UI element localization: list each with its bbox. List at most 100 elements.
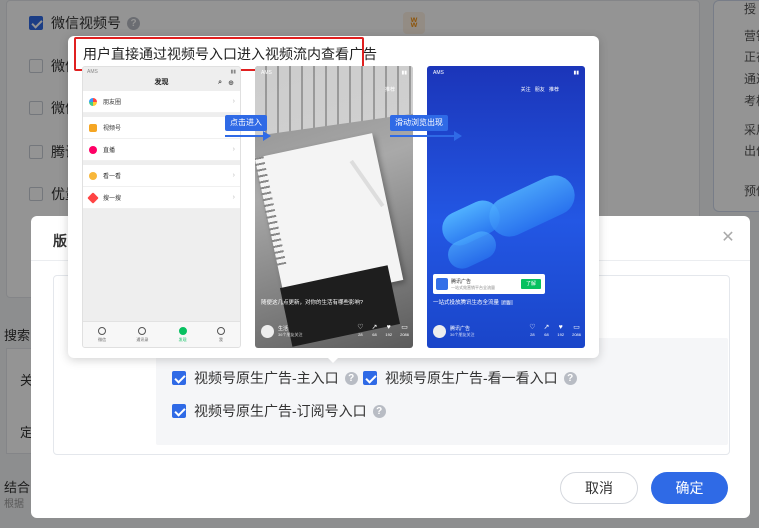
discover-list: 朋友圈 › 视频号› 直播 › 看一看 › 搜一搜 › — [83, 91, 240, 209]
heart-count: 192 — [557, 332, 565, 337]
phone-discover-screen: AMS ▮▮ 发现 ⌕ ⊕ 朋友圈 › 视频号› 直播 › 看一看 › 搜一搜 › 微信 … — [82, 66, 241, 348]
arrow-right-icon — [263, 131, 271, 141]
checkbox-checked[interactable] — [172, 404, 186, 418]
signal-icon: ▮▮ — [401, 70, 407, 76]
search-icon: ⌕ — [218, 79, 222, 86]
arrow-line — [225, 135, 263, 137]
tab-label: 发现 — [178, 336, 187, 342]
ad-card-text: 腾讯广告 一站式效营销平台全流量 — [451, 278, 495, 291]
arrow-line — [390, 135, 454, 137]
help-icon[interactable]: ? — [563, 371, 577, 385]
phone-tabbar: 微信 通讯录 发现 我 — [83, 321, 240, 347]
comment-count: 2086 — [572, 332, 581, 337]
ad-caption-text: 一站式投放腾讯生态全流量 — [433, 300, 500, 306]
status-bar: AMS ▮▮ — [83, 67, 240, 77]
comment-icon: ▭ 2086 — [400, 324, 409, 337]
like-icon: ♡ 28 — [529, 324, 536, 337]
video-actions: ♡ 28 ↗ 68 ♥ 192 ▭ 2086 — [529, 324, 581, 338]
ad-name: 腾讯广告 — [451, 278, 472, 285]
plus-icon: ⊕ — [228, 80, 234, 87]
option-main-entry[interactable]: 视频号原生广告-主入口 ? — [172, 368, 358, 388]
arrow-label-click: 点击进入 — [225, 115, 267, 131]
comment-count: 2086 — [400, 332, 409, 337]
share-icon: ↗ 68 — [543, 324, 550, 337]
avatar — [261, 324, 274, 338]
item-label: 直播 — [103, 148, 116, 154]
list-item: 视频号› — [83, 117, 240, 139]
tooltip-pointer — [326, 356, 340, 363]
discover-title: 发现 — [154, 79, 169, 86]
contacts-icon — [138, 326, 147, 335]
status-text: AMS — [261, 70, 272, 76]
tab-label: 通讯录 — [136, 336, 149, 342]
help-icon[interactable]: ? — [372, 404, 386, 418]
ad-learn-button: 了解 — [521, 279, 541, 289]
tab-label: 微信 — [98, 336, 107, 342]
option-kanyikan-entry[interactable]: 视频号原生广告-看一看入口 ? — [363, 368, 577, 388]
confirm-button[interactable]: 确定 — [651, 472, 728, 504]
list-item: 看一看 › — [83, 165, 240, 187]
checkbox-checked[interactable] — [172, 371, 186, 385]
item-label: 看一看 — [103, 174, 122, 180]
phone-ad-screen: AMS ▮▮ 关注 朋友 推荐 腾讯广告 一站式效营销平台全流量 了解 一站式投放腾… — [427, 66, 585, 348]
status-text: AMS — [87, 69, 98, 75]
tab-discover: 发现 — [178, 326, 187, 343]
tab-recommend: 推荐 — [548, 87, 559, 93]
ad-graphic — [482, 168, 582, 244]
author: 生活 36个朋友关注 — [278, 325, 318, 338]
modal-title: 版 — [53, 233, 67, 249]
heart-icon: ♥ 192 — [385, 324, 393, 337]
tab-contacts: 通讯录 — [136, 326, 149, 343]
item-label: 视频号 — [103, 126, 122, 132]
author-sub: 36个朋友关注 — [450, 331, 475, 337]
chevron-right-icon: › — [232, 146, 235, 153]
tab-me: 我 — [216, 326, 225, 343]
ad-tag: 广告 — [500, 300, 513, 305]
list-item: 朋友圈 › — [83, 91, 240, 113]
heart-icon: ♥ 192 — [557, 324, 565, 337]
tab-follow: 关注 — [520, 87, 531, 93]
discover-header: 发现 ⌕ ⊕ — [83, 77, 240, 91]
live-icon — [89, 145, 97, 154]
video-actions: ♡ 28 ↗ 68 ♥ 192 ▭ 2086 — [357, 324, 409, 338]
compass-icon — [178, 326, 187, 335]
phone-feed-screen: AMS ▮▮ 推荐 随便这几点更新，对你的生活有哪些影响? 生活 36个朋友关注 ♡… — [255, 66, 413, 348]
ad-logo-icon — [436, 278, 448, 290]
option-subscription-entry[interactable]: 视频号原生广告-订阅号入口 ? — [172, 401, 386, 421]
tab-chats: 微信 — [98, 326, 107, 343]
cancel-button[interactable]: 取消 — [560, 472, 638, 504]
chat-icon — [98, 326, 107, 335]
tab-label: 我 — [218, 336, 223, 342]
chevron-right-icon: › — [232, 194, 235, 201]
arrow-right-icon — [454, 131, 462, 141]
preview-tooltip: 用户直接通过视频号入口进入视频流内查看广告 AMS ▮▮ 发现 ⌕ ⊕ 朋友圈 › … — [68, 36, 599, 358]
video-footer: 生活 36个朋友关注 ♡ 28 ↗ 68 ♥ 192 ▭ 2086 — [261, 320, 409, 342]
chevron-right-icon: › — [232, 172, 235, 179]
feed-tabs: 关注 朋友 推荐 — [521, 86, 559, 93]
close-icon[interactable]: ✕ — [720, 230, 736, 246]
help-icon[interactable]: ? — [344, 371, 358, 385]
arrow-label-swipe: 滑动浏览出现 — [390, 115, 448, 131]
signal-icon: ▮▮ — [230, 69, 236, 75]
kanyikan-icon — [89, 171, 97, 180]
checkbox-checked[interactable] — [363, 371, 377, 385]
option-label: 视频号原生广告-主入口 — [194, 370, 339, 386]
author-name: 腾讯广告 — [450, 325, 471, 332]
like-count: 28 — [358, 332, 363, 337]
souyisou-icon — [87, 191, 99, 204]
list-item: 搜一搜 › — [83, 187, 240, 209]
option-label: 视频号原生广告-订阅号入口 — [194, 403, 367, 419]
author-name: 生活 — [278, 325, 289, 332]
person-icon — [216, 326, 225, 335]
video-caption: 随便这几点更新，对你的生活有哪些影响? — [261, 300, 364, 306]
option-label: 视频号原生广告-看一看入口 — [385, 370, 558, 386]
author-sub: 36个朋友关注 — [278, 331, 303, 337]
avatar — [433, 324, 446, 338]
status-text: AMS — [433, 70, 444, 76]
feed-tab-active: 推荐 — [384, 87, 395, 93]
channels-icon — [89, 123, 97, 132]
item-label: 搜一搜 — [103, 196, 122, 202]
like-count: 28 — [530, 332, 535, 337]
status-bar: AMS ▮▮ — [433, 70, 579, 76]
share-count: 68 — [544, 332, 549, 337]
